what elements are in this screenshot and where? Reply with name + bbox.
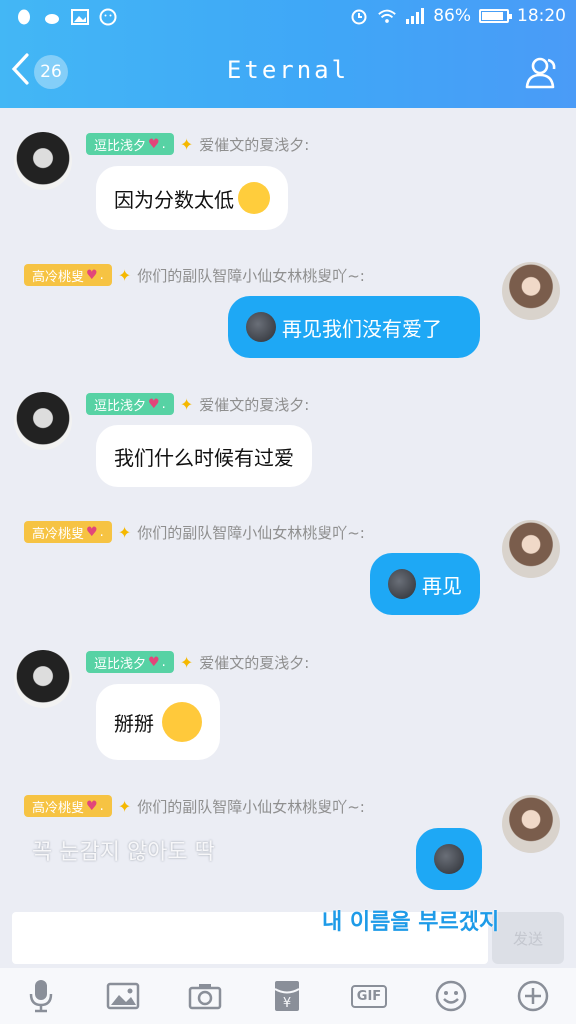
battery-icon [479,9,512,23]
new-moon-face-emoji-icon [246,312,276,342]
star-icon: ✦ [117,796,132,816]
message-text: 因为分数太低 [114,187,234,212]
avatar[interactable] [14,132,72,190]
message-text: 掰掰 [114,711,154,736]
emoji-icon[interactable] [410,968,492,1024]
sender-meta: 高冷桃叟 ♥. ✦ 你们的副队智障小仙女林桃叟吖~: [24,521,365,543]
signal-icon [405,6,425,26]
avatar[interactable] [502,795,560,853]
top-bar: 86% 18:20 26 Eternal [0,0,576,108]
chick-emoji-icon [162,702,202,742]
message-text: 我们什么时候有过爱 [114,445,294,470]
image-icon[interactable] [82,968,164,1024]
laughing-crying-emoji-icon [238,182,270,214]
sender-nickname: 你们的副队智障小仙女林桃叟吖~: [137,797,365,816]
sender-meta: 逗比浅夕 ♥. ✦ 爱催文的夏浅夕: [86,393,309,415]
member-title-badge: 逗比浅夕 ♥. [86,393,174,415]
chat-header: 26 Eternal [0,36,576,108]
group-profile-icon[interactable] [524,54,560,90]
heart-icon: ♥ [148,136,160,152]
member-title-badge: 高冷桃叟 ♥. [24,795,112,817]
message-bubble[interactable]: 我们什么时候有过爱 [96,425,312,487]
star-icon: ✦ [117,522,132,542]
qq-icon [14,7,34,27]
avatar[interactable] [502,262,560,320]
star-icon: ✦ [179,394,194,414]
sender-nickname: 你们的副队智障小仙女林桃叟吖~: [137,266,365,285]
battery-fill [482,12,503,20]
send-button[interactable]: 发送 [492,912,564,964]
microphone-icon[interactable] [0,968,82,1024]
heart-icon: ♥ [148,396,160,412]
heart-icon: ♥ [86,798,98,814]
heart-icon: ♥ [148,654,160,670]
message-bubble[interactable]: 掰掰 [96,684,220,760]
sender-meta: 高冷桃叟 ♥. ✦ 你们的副队智障小仙女林桃叟吖~: [24,795,365,817]
plus-icon[interactable] [492,968,574,1024]
sender-meta: 逗比浅夕 ♥. ✦ 爱催文的夏浅夕: [86,651,309,673]
sender-meta: 逗比浅夕 ♥. ✦ 爱催文的夏浅夕: [86,133,309,155]
star-icon: ✦ [179,134,194,154]
new-moon-face-emoji-icon [388,569,416,599]
heart-icon: ♥ [86,524,98,540]
overlay-lyric-line-1: 꼭 눈감지 않아도 딱 [32,840,215,865]
wifi-icon [377,6,397,26]
red-packet-icon[interactable]: ¥ [246,968,328,1024]
star-icon: ✦ [117,265,132,285]
svg-text:¥: ¥ [283,996,291,1011]
message-bubble[interactable] [416,828,482,890]
member-title-badge: 高冷桃叟 ♥. [24,264,112,286]
heart-icon: ♥ [86,267,98,283]
gallery-icon [70,7,90,27]
weibo-icon [42,7,62,27]
message-bubble[interactable]: 再见我们没有爱了 [228,296,480,358]
member-title-badge: 逗比浅夕 ♥. [86,651,174,673]
avatar[interactable] [14,392,72,450]
overlay-lyric-line-2: 내 이름을 부르겠지 [322,910,500,935]
clock: 18:20 [517,6,566,26]
avatar[interactable] [502,520,560,578]
sender-nickname: 你们的副队智障小仙女林桃叟吖~: [137,523,365,542]
star-icon: ✦ [179,652,194,672]
avatar[interactable] [14,650,72,708]
message-text: 再见 [422,573,462,598]
smile-status-icon [98,7,118,27]
sender-nickname: 爱催文的夏浅夕: [199,395,310,414]
camera-icon[interactable] [164,968,246,1024]
gif-icon[interactable]: GIF [328,968,410,1024]
message-bubble[interactable]: 因为分数太低 [96,166,288,230]
message-bubble[interactable]: 再见 [370,553,480,615]
input-toolbar: ¥ GIF [0,968,576,1024]
member-title-badge: 逗比浅夕 ♥. [86,133,174,155]
chat-title: Eternal [226,56,350,84]
alarm-icon [349,6,369,26]
status-bar: 86% 18:20 [0,0,576,36]
battery-percent: 86% [433,6,471,26]
sender-nickname: 爱催文的夏浅夕: [199,135,310,154]
sender-nickname: 爱催文的夏浅夕: [199,653,310,672]
message-text: 再见我们没有爱了 [282,316,442,341]
sender-meta: 高冷桃叟 ♥. ✦ 你们的副队智障小仙女林桃叟吖~: [24,264,365,286]
member-title-badge: 高冷桃叟 ♥. [24,521,112,543]
new-moon-face-emoji-icon [434,844,464,874]
